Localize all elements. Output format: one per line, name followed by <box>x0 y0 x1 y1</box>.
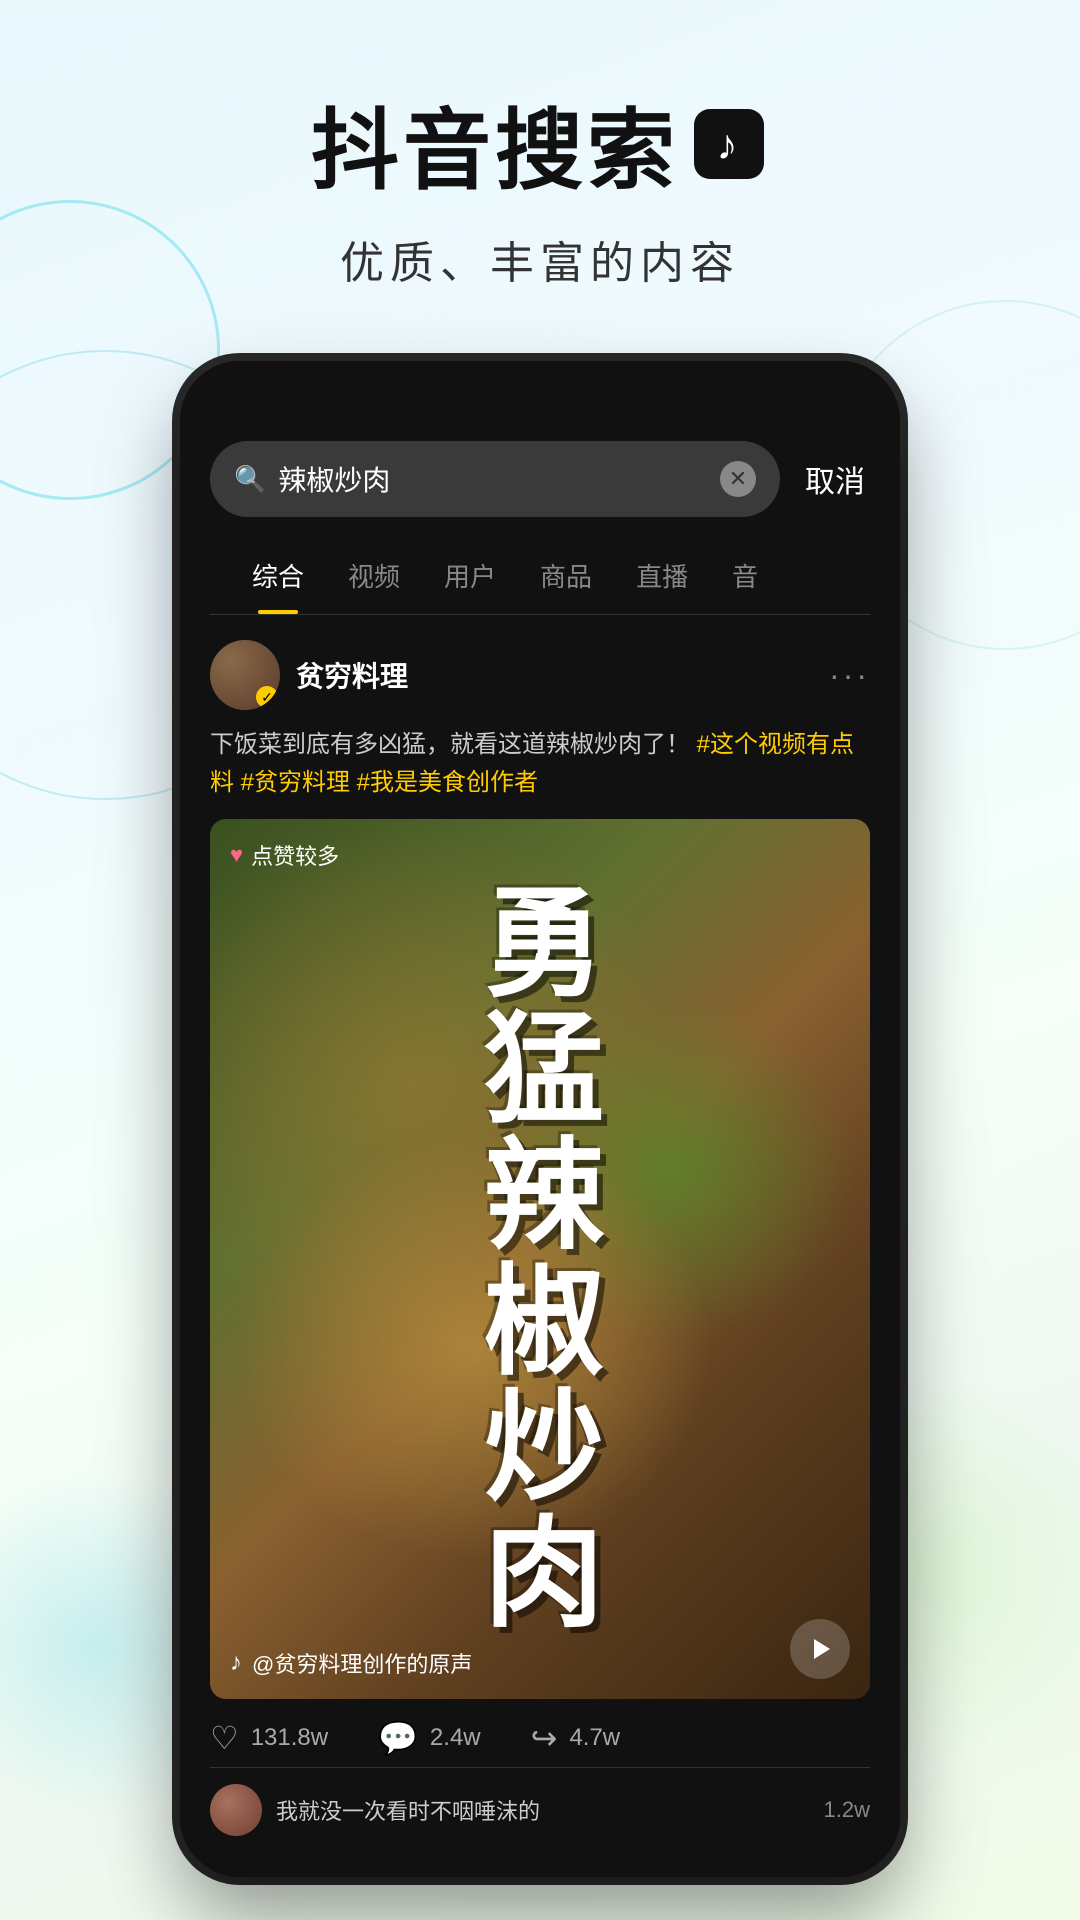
play-button[interactable] <box>790 1619 850 1679</box>
header-section: 抖音搜索 ♪ 优质、丰富的内容 <box>0 0 1080 341</box>
tabs-row: 综合 视频 用户 商品 直播 音 <box>210 537 870 615</box>
tab-直播[interactable]: 直播 <box>614 537 710 614</box>
author-avatar[interactable]: ✓ <box>210 640 280 710</box>
author-row: ✓ 贫穷料理 ··· <box>210 640 870 710</box>
comment-preview: 我就没一次看时不咽唾沫的 1.2w <box>210 1767 870 1852</box>
sound-row: ♪ @贫穷料理创作的原声 <box>230 1647 472 1679</box>
phone-frame: 🔍 辣椒炒肉 ✕ 取消 综合 视频 用户 <box>180 361 900 1877</box>
tiktok-logo-icon: ♪ <box>689 104 769 184</box>
video-big-text: 勇猛辣椒炒肉 <box>484 881 596 1637</box>
verified-badge-icon: ✓ <box>256 686 278 708</box>
search-area: 🔍 辣椒炒肉 ✕ 取消 综合 视频 用户 <box>180 411 900 615</box>
search-clear-button[interactable]: ✕ <box>720 461 756 497</box>
post-text: 下饭菜到底有多凶猛，就看这道辣椒炒肉了！ #这个视频有点料 #贫穷料理 #我是美… <box>210 726 870 803</box>
app-title: 抖音搜索 ♪ <box>0 80 1080 207</box>
tab-视频[interactable]: 视频 <box>326 537 422 614</box>
author-name[interactable]: 贫穷料理 <box>296 655 408 695</box>
shares-stat[interactable]: ↪ 4.7w <box>531 1719 621 1757</box>
comments-count: 2.4w <box>430 1724 481 1752</box>
search-icon: 🔍 <box>234 464 266 495</box>
tab-综合[interactable]: 综合 <box>230 537 326 614</box>
phone-wrapper: 🔍 辣椒炒肉 ✕ 取消 综合 视频 用户 <box>0 361 1080 1877</box>
sound-text: @贫穷料理创作的原声 <box>252 1647 472 1679</box>
comment-count: 1.2w <box>824 1797 870 1823</box>
stats-row: ♡ 131.8w 💬 2.4w ↪ 4.7w <box>210 1699 870 1767</box>
app-subtitle: 优质、丰富的内容 <box>0 227 1080 291</box>
status-bar <box>180 361 900 411</box>
video-overlay-text: 勇猛辣椒炒肉 <box>210 819 870 1699</box>
video-thumbnail[interactable]: 勇猛辣椒炒肉 ♥ 点赞较多 ♪ @贫穷料理创作的原声 <box>210 819 870 1699</box>
comment-icon: 💬 <box>378 1719 418 1757</box>
heart-icon: ♥ <box>230 842 243 868</box>
tab-商品[interactable]: 商品 <box>518 537 614 614</box>
commenter-avatar <box>210 1784 262 1836</box>
title-text: 抖音搜索 <box>311 80 679 207</box>
svg-text:♪: ♪ <box>717 121 742 168</box>
search-bar-row: 🔍 辣椒炒肉 ✕ 取消 <box>210 441 870 517</box>
shares-count: 4.7w <box>569 1724 620 1752</box>
tab-用户[interactable]: 用户 <box>422 537 518 614</box>
comment-text: 我就没一次看时不咽唾沫的 <box>276 1794 540 1826</box>
video-like-badge: ♥ 点赞较多 <box>230 839 339 871</box>
likes-count: 131.8w <box>251 1724 328 1752</box>
likes-stat[interactable]: ♡ 131.8w <box>210 1719 328 1757</box>
phone-inner: 🔍 辣椒炒肉 ✕ 取消 综合 视频 用户 <box>180 361 900 1877</box>
more-options-button[interactable]: ··· <box>829 657 870 694</box>
content-area: ✓ 贫穷料理 ··· 下饭菜到底有多凶猛，就看这道辣椒炒肉了！ #这个视频有点料… <box>180 615 900 1877</box>
share-icon: ↪ <box>531 1719 558 1757</box>
comments-stat[interactable]: 💬 2.4w <box>378 1719 481 1757</box>
post-body-text: 下饭菜到底有多凶猛，就看这道辣椒炒肉了！ <box>210 731 690 758</box>
cancel-button[interactable]: 取消 <box>800 447 870 511</box>
search-input-container[interactable]: 🔍 辣椒炒肉 ✕ <box>210 441 780 517</box>
search-query-text: 辣椒炒肉 <box>278 459 708 499</box>
author-info: ✓ 贫穷料理 <box>210 640 408 710</box>
music-note-icon: ♪ <box>230 1649 242 1677</box>
badge-text: 点赞较多 <box>251 839 339 871</box>
tab-音[interactable]: 音 <box>710 537 780 614</box>
like-icon: ♡ <box>210 1719 239 1757</box>
